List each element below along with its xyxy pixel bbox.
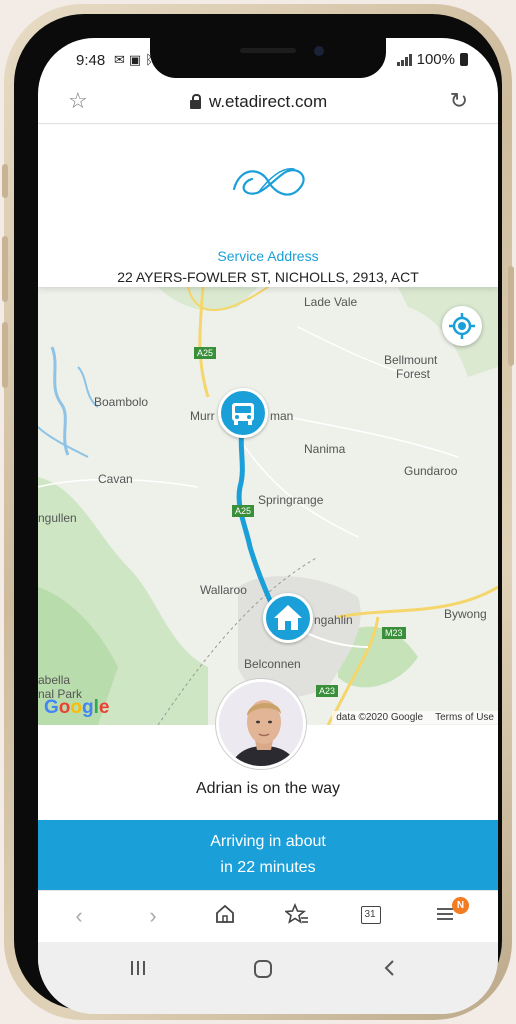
map-label-boambolo: Boambolo [94, 395, 149, 409]
rounded-square-icon [254, 960, 272, 978]
lock-icon [190, 94, 201, 109]
home-outline-icon [216, 904, 234, 923]
map-label-forest: Forest [396, 367, 431, 381]
map-label-man: man [270, 409, 294, 423]
map-label-wallaroo: Wallaroo [200, 583, 247, 597]
map-label-bywong: Bywong [444, 607, 487, 621]
front-camera [314, 46, 324, 56]
status-time: 9:48 [76, 52, 106, 69]
crosshair-icon [449, 313, 475, 339]
tabs-icon: 31 [361, 906, 381, 924]
map-label-ngullen: ngullen [38, 511, 77, 525]
address-field[interactable]: w.etadirect.com [190, 92, 327, 112]
notch [150, 38, 386, 78]
forward-button[interactable]: › [138, 903, 168, 929]
google-logo: Google [44, 697, 110, 718]
recent-apps-button[interactable] [128, 958, 148, 984]
map-label-bellmount: Bellmount [384, 353, 438, 367]
map-label-belconnen: Belconnen [244, 657, 301, 671]
route-map[interactable]: Lade Vale Bellmount Forest Boambolo Murr… [38, 287, 498, 725]
car-icon [232, 403, 254, 425]
recent-apps-icon [131, 961, 145, 975]
service-address: 22 AYERS-FOWLER ST, NICHOLLS, 2913, ACT [117, 269, 419, 285]
home-button[interactable] [210, 903, 240, 931]
service-address-label: Service Address [217, 248, 319, 264]
map-attribution: data ©2020 Google Terms of Use [332, 711, 498, 724]
map-label-gungahlin: ngahlin [314, 613, 353, 627]
eta-line-2: in 22 minutes [220, 859, 316, 876]
volume-up-button [2, 236, 8, 302]
map-data-credit: data ©2020 Google [336, 712, 424, 723]
map-label-lade-vale: Lade Vale [304, 295, 358, 309]
map-label-nanima: Nanima [304, 442, 346, 456]
signal-icon [396, 53, 412, 66]
tabs-button[interactable]: 31 [356, 903, 386, 927]
battery-icon [460, 53, 468, 66]
home-marker[interactable] [263, 593, 313, 643]
back-button[interactable]: ‹ [64, 903, 94, 929]
phone-frame: 9:48 ✉▣ᛒ 100% ☆ w.etadirect.com ↻ [2, 4, 514, 1020]
battery-percent: 100% [416, 51, 455, 68]
status-right: 100% [396, 51, 468, 68]
road-badge-m23: M23 [382, 627, 406, 639]
eta-line-1: Arriving in about [210, 833, 326, 850]
service-header: Service Address 22 AYERS-FOWLER ST, NICH… [38, 125, 498, 287]
reload-icon[interactable]: ↻ [450, 88, 468, 114]
browser-toolbar: ‹ › 31 N [38, 890, 498, 942]
home-icon [274, 605, 302, 630]
bookmark-star-icon[interactable]: ☆ [68, 88, 88, 114]
map-label-gundaroo: Gundaroo [404, 464, 458, 478]
my-location-button[interactable] [442, 306, 482, 346]
map-label-abella: abella [38, 673, 71, 687]
star-list-icon [283, 902, 308, 924]
system-navigation-bar [38, 942, 498, 1014]
browser-url-bar: ☆ w.etadirect.com ↻ [38, 82, 498, 124]
mail-icon: ✉ [114, 52, 129, 67]
system-home-button[interactable] [252, 958, 274, 986]
road-badge-a23: A23 [316, 685, 339, 697]
map-label-murr: Murr [190, 409, 215, 423]
driver-status-message: Adrian is on the way [195, 780, 341, 797]
map-label-springrange: Springrange [258, 493, 324, 507]
road-badge-a25-south: A25 [232, 505, 255, 517]
eta-banner: Arriving in about in 22 minutes [38, 820, 498, 890]
menu-notification-badge: N [452, 897, 469, 914]
bookmarks-button[interactable] [282, 902, 312, 931]
chevron-left-icon [384, 960, 394, 976]
vehicle-marker[interactable] [218, 388, 268, 438]
terms-of-use-link[interactable]: Terms of Use [435, 712, 494, 723]
power-button [508, 266, 514, 366]
image-icon: ▣ [128, 52, 146, 67]
bezel: 9:48 ✉▣ᛒ 100% ☆ w.etadirect.com ↻ [14, 14, 502, 1014]
mute-switch [2, 164, 8, 198]
etadirect-logo-icon [232, 168, 305, 196]
system-back-button[interactable] [380, 958, 400, 984]
road-badge-a25-north: A25 [194, 347, 217, 359]
volume-down-button [2, 322, 8, 388]
driver-avatar [216, 679, 306, 769]
url-text: w.etadirect.com [209, 92, 328, 111]
map-label-cavan: Cavan [98, 472, 133, 486]
screen: 9:48 ✉▣ᛒ 100% ☆ w.etadirect.com ↻ [38, 38, 498, 1014]
speaker [240, 48, 296, 53]
tabs-count: 31 [364, 909, 376, 920]
